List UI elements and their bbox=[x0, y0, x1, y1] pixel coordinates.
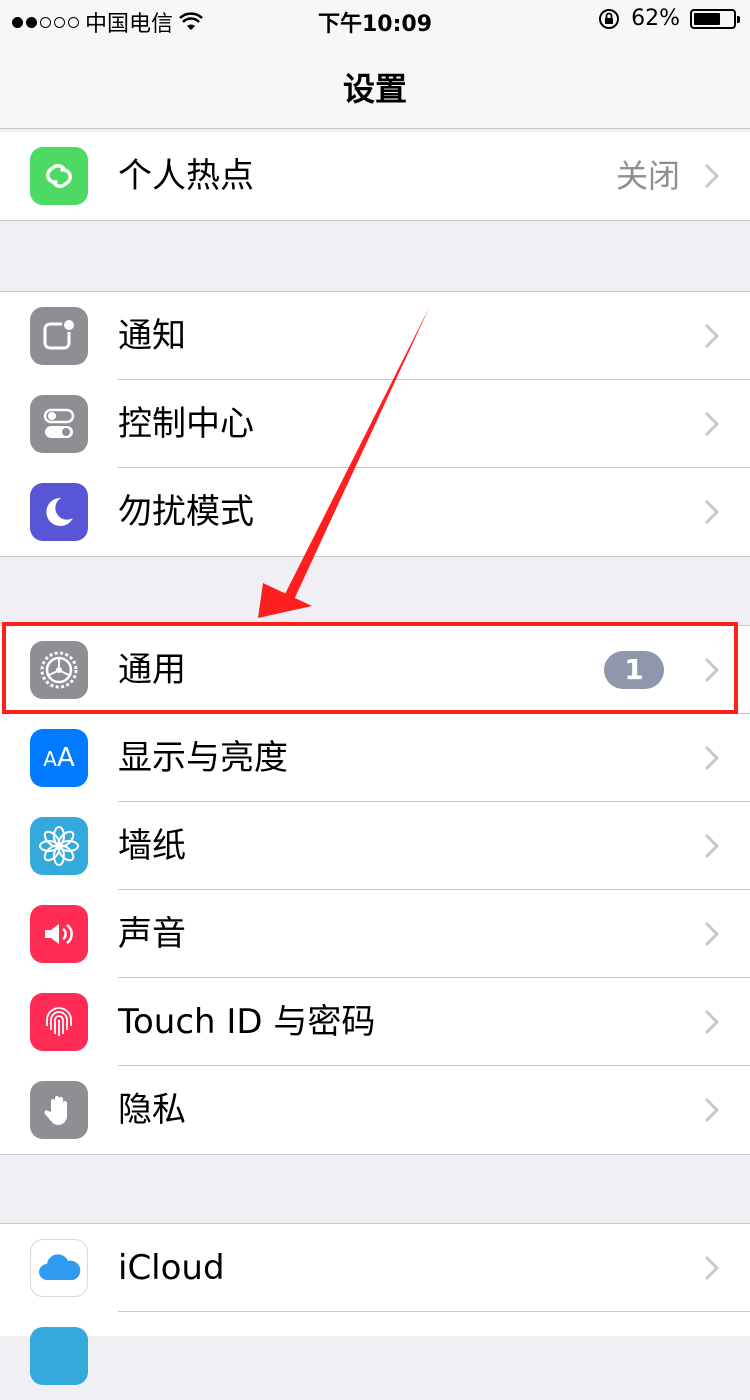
settings-row-icloud[interactable]: iCloud bbox=[0, 1224, 750, 1312]
battery-icon bbox=[690, 8, 740, 29]
chevron-right-icon bbox=[704, 1009, 720, 1035]
chevron-right-icon bbox=[704, 411, 720, 437]
chevron-right-icon bbox=[704, 833, 720, 859]
hotspot-status-value: 关闭 bbox=[615, 157, 680, 195]
icloud-icon bbox=[30, 1239, 88, 1297]
settings-row-control-center[interactable]: 控制中心 bbox=[0, 380, 750, 468]
settings-row-touch-id[interactable]: Touch ID 与密码 bbox=[0, 978, 750, 1066]
notifications-icon bbox=[30, 307, 88, 365]
chevron-right-icon bbox=[704, 921, 720, 947]
settings-row-partial[interactable] bbox=[0, 1312, 750, 1400]
status-bar: 中国电信 下午10:09 62% bbox=[0, 0, 750, 40]
chevron-right-icon bbox=[704, 745, 720, 771]
settings-row-label: 隐私 bbox=[118, 1090, 186, 1130]
settings-row-notifications[interactable]: 通知 bbox=[0, 292, 750, 380]
wallpaper-flower-icon bbox=[30, 817, 88, 875]
chevron-right-icon bbox=[704, 1255, 720, 1281]
settings-group-system: 通知 控制中心 勿扰模式 bbox=[0, 291, 750, 557]
navigation-bar: 设置 bbox=[0, 40, 750, 129]
status-right: 62% bbox=[597, 6, 740, 31]
speaker-icon bbox=[30, 905, 88, 963]
highlight-box bbox=[2, 622, 738, 714]
settings-row-wallpaper[interactable]: 墙纸 bbox=[0, 802, 750, 890]
settings-row-label: 墙纸 bbox=[118, 826, 186, 866]
settings-group-accounts: iCloud bbox=[0, 1223, 750, 1385]
chevron-right-icon bbox=[704, 1097, 720, 1123]
settings-row-display-brightness[interactable]: AA 显示与亮度 bbox=[0, 714, 750, 802]
aa-icon: AA bbox=[30, 729, 88, 787]
settings-row-label: 显示与亮度 bbox=[118, 738, 288, 778]
settings-row-do-not-disturb[interactable]: 勿扰模式 bbox=[0, 468, 750, 556]
orientation-lock-icon bbox=[599, 8, 620, 29]
chevron-right-icon bbox=[704, 323, 720, 349]
settings-row-hotspot[interactable]: 个人热点 关闭 bbox=[0, 132, 750, 220]
chevron-right-icon bbox=[704, 499, 720, 525]
battery-percent: 62% bbox=[631, 6, 680, 31]
hotspot-icon bbox=[30, 147, 88, 205]
moon-icon bbox=[30, 483, 88, 541]
hand-icon bbox=[30, 1081, 88, 1139]
chevron-right-icon bbox=[704, 163, 720, 189]
settings-row-label: 勿扰模式 bbox=[118, 492, 254, 532]
settings-row-privacy[interactable]: 隐私 bbox=[0, 1066, 750, 1154]
app-icon-partial bbox=[30, 1327, 88, 1385]
fingerprint-icon bbox=[30, 993, 88, 1051]
control-center-icon bbox=[30, 395, 88, 453]
settings-row-label: Touch ID 与密码 bbox=[118, 1002, 376, 1042]
settings-row-label: 个人热点 bbox=[118, 156, 254, 196]
settings-row-label: 声音 bbox=[118, 914, 186, 954]
settings-row-label: iCloud bbox=[118, 1248, 225, 1288]
settings-row-sounds[interactable]: 声音 bbox=[0, 890, 750, 978]
settings-row-label: 通知 bbox=[118, 316, 186, 356]
settings-row-label: 控制中心 bbox=[118, 404, 254, 444]
settings-group-network: 个人热点 关闭 bbox=[0, 132, 750, 221]
page-title: 设置 bbox=[342, 70, 407, 108]
